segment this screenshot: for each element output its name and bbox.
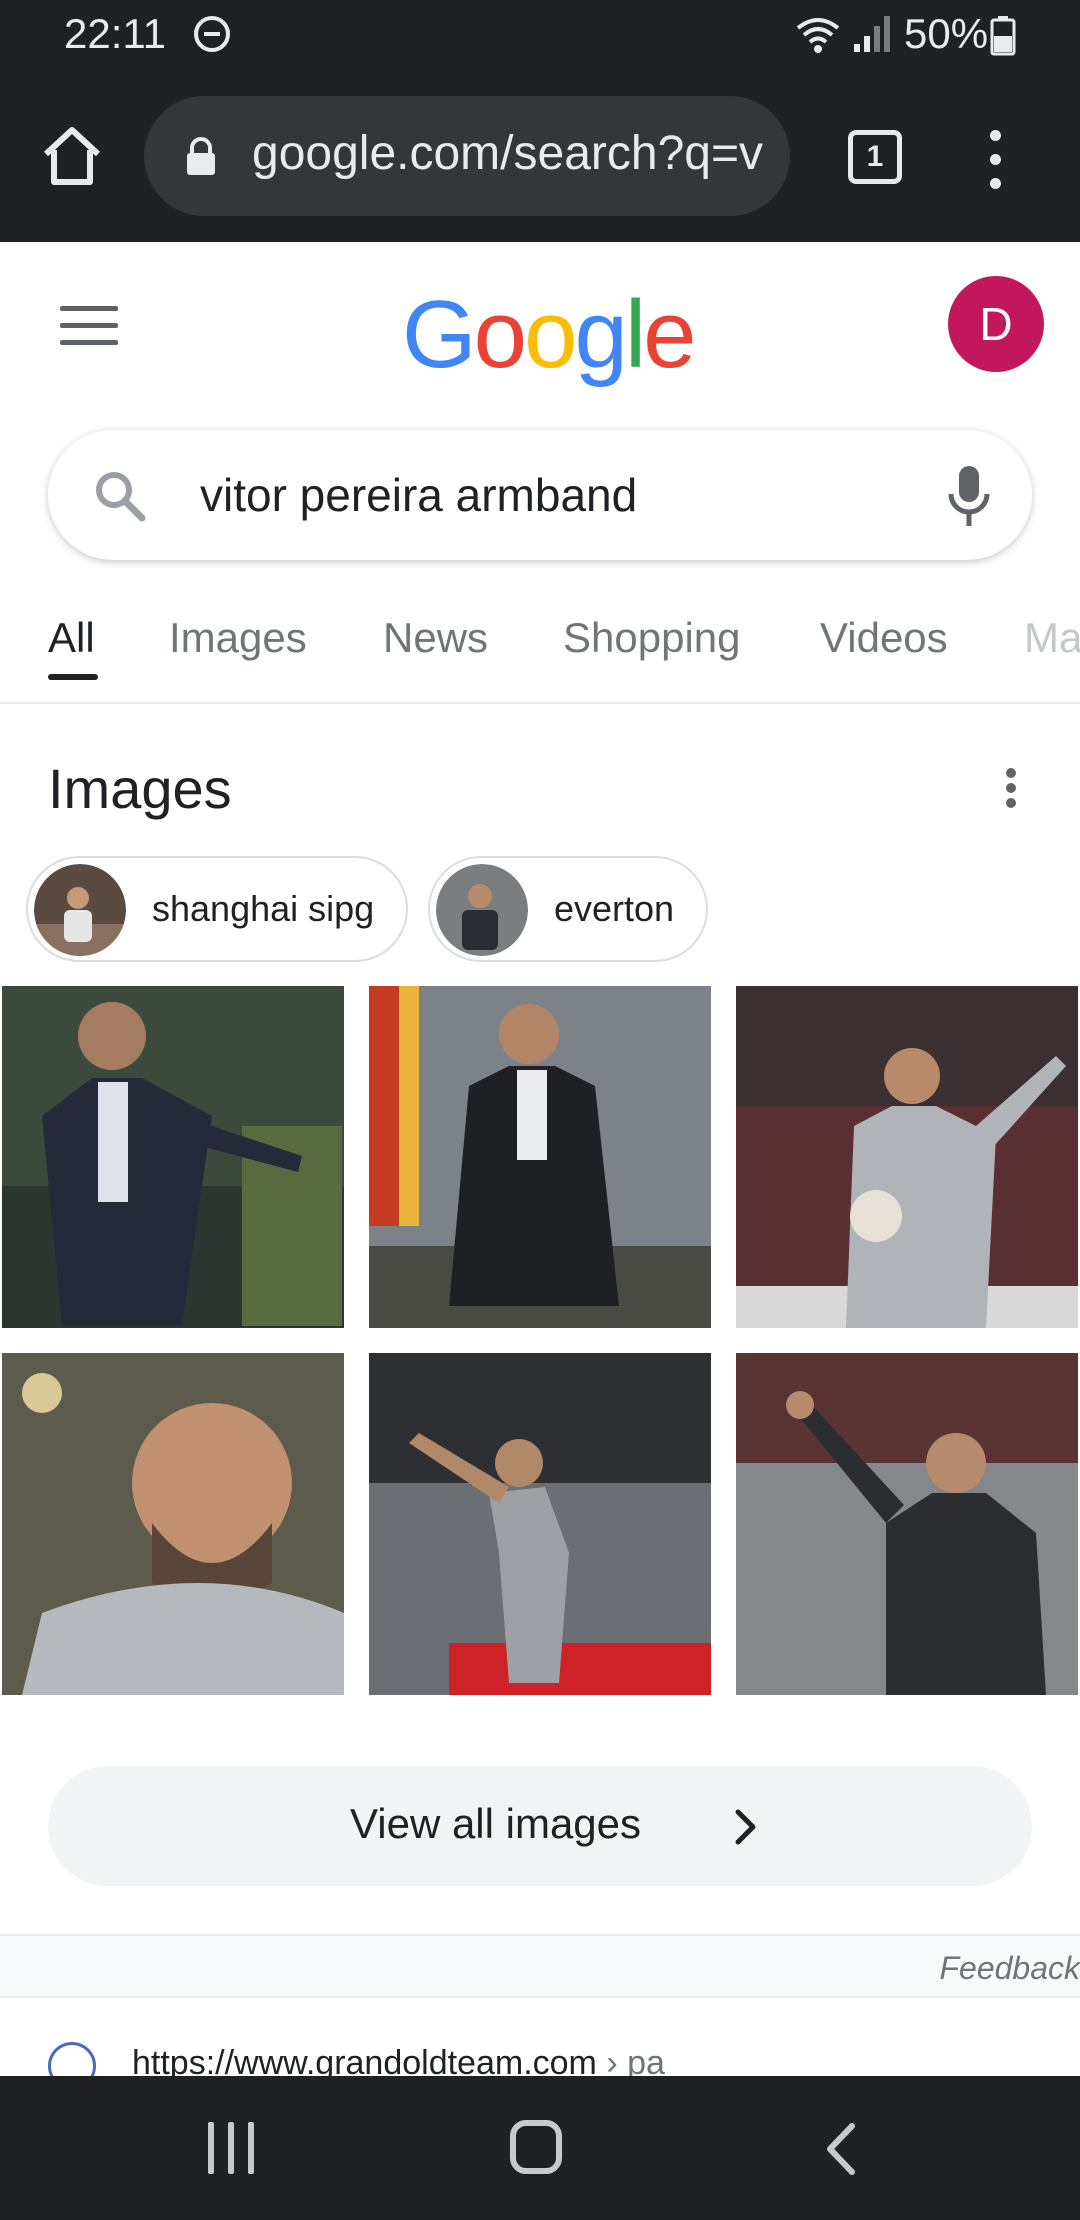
chip-thumbnail bbox=[436, 864, 528, 956]
chip-everton[interactable]: everton bbox=[428, 856, 708, 962]
search-tabs: All Images News Shopping Videos Ma bbox=[0, 604, 1080, 704]
images-section-title: Images bbox=[48, 757, 232, 820]
image-result[interactable] bbox=[736, 1353, 1078, 1695]
browser-toolbar: google.com/search?q=v 1 bbox=[0, 72, 1080, 242]
microphone-icon[interactable] bbox=[946, 464, 992, 528]
url-bar[interactable]: google.com/search?q=v bbox=[144, 96, 790, 216]
signal-icon bbox=[854, 16, 890, 52]
result-url[interactable]: https://www.grandoldteam.com › pa bbox=[132, 2044, 665, 2076]
search-result[interactable]: https://www.grandoldteam.com › pa bbox=[0, 2000, 1080, 2076]
tab-all[interactable]: All bbox=[48, 614, 95, 662]
chip-shanghai-sipg[interactable]: shanghai sipg bbox=[26, 856, 408, 962]
google-logo[interactable]: Google bbox=[402, 280, 697, 390]
wifi-icon bbox=[796, 18, 840, 53]
image-result[interactable] bbox=[369, 986, 711, 1328]
active-tab-indicator bbox=[48, 674, 98, 680]
logo-letter: o bbox=[473, 281, 527, 388]
do-not-disturb-icon bbox=[194, 16, 230, 52]
chip-thumbnail bbox=[34, 864, 126, 956]
status-bar: 22:11 50% bbox=[0, 0, 1080, 72]
main-menu-icon[interactable] bbox=[60, 306, 118, 346]
tab-more[interactable]: Ma bbox=[1024, 614, 1080, 662]
logo-letter: G bbox=[402, 281, 477, 388]
image-result[interactable] bbox=[2, 986, 344, 1328]
url-text: google.com/search?q=v bbox=[252, 127, 763, 180]
search-icon bbox=[96, 472, 146, 522]
tab-news[interactable]: News bbox=[383, 614, 488, 662]
account-avatar[interactable]: D bbox=[948, 276, 1044, 372]
lock-icon bbox=[187, 137, 215, 175]
image-result[interactable] bbox=[736, 986, 1078, 1328]
section-more-icon[interactable] bbox=[1006, 768, 1020, 808]
home-icon[interactable] bbox=[36, 120, 108, 192]
feedback-bar: Feedback bbox=[0, 1934, 1080, 1998]
battery-icon bbox=[990, 16, 1016, 56]
status-time: 22:11 bbox=[64, 10, 166, 57]
logo-letter: l bbox=[624, 281, 646, 388]
tab-videos[interactable]: Videos bbox=[820, 614, 948, 662]
home-nav-button[interactable] bbox=[510, 2120, 562, 2174]
site-favicon bbox=[48, 2042, 96, 2076]
more-options-icon[interactable] bbox=[980, 130, 1012, 190]
image-result[interactable] bbox=[2, 1353, 344, 1695]
logo-letter: e bbox=[643, 281, 696, 388]
view-all-images-label: View all images bbox=[350, 1800, 642, 1847]
tab-switcher-button[interactable]: 1 bbox=[848, 130, 902, 184]
tab-images[interactable]: Images bbox=[169, 614, 307, 662]
chip-label: everton bbox=[554, 888, 675, 929]
system-nav-bar bbox=[0, 2076, 1080, 2220]
back-button[interactable] bbox=[822, 2122, 862, 2176]
view-all-images-button[interactable]: View all images bbox=[48, 1766, 1032, 1886]
search-input[interactable]: vitor pereira armband bbox=[200, 468, 637, 522]
recent-apps-button[interactable] bbox=[208, 2122, 260, 2174]
battery-percent: 50% bbox=[904, 10, 989, 57]
image-result[interactable] bbox=[369, 1353, 711, 1695]
chevron-right-icon bbox=[735, 1809, 756, 1845]
feedback-link[interactable]: Feedback bbox=[939, 1950, 1080, 1987]
tab-shopping[interactable]: Shopping bbox=[563, 614, 741, 662]
logo-letter: g bbox=[574, 281, 627, 388]
logo-letter: o bbox=[524, 281, 577, 388]
search-box[interactable]: vitor pereira armband bbox=[48, 430, 1032, 560]
chip-label: shanghai sipg bbox=[152, 888, 375, 929]
